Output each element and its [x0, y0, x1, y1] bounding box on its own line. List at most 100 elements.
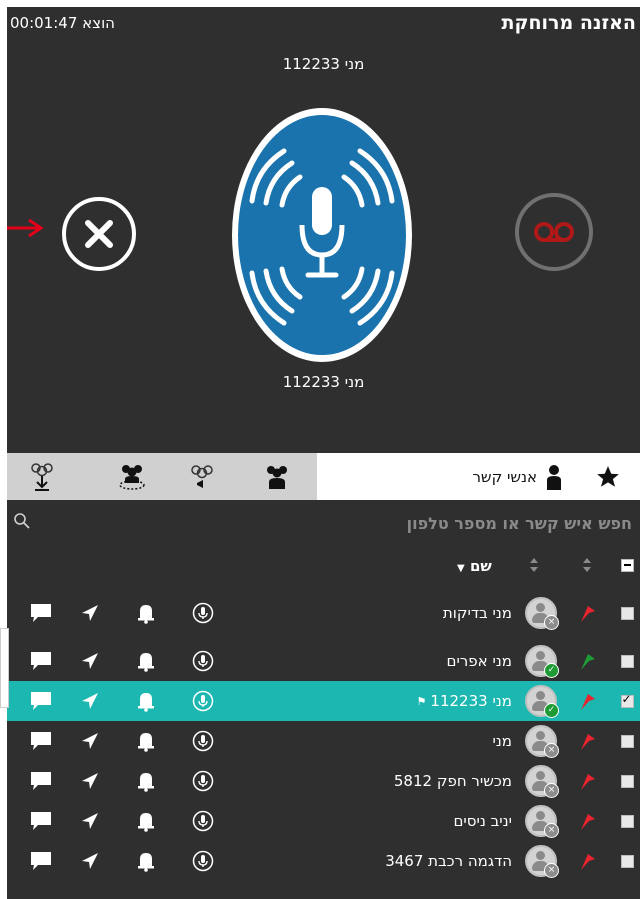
row-checkbox-cell [615, 641, 639, 681]
chat-bubble-icon[interactable] [29, 602, 53, 624]
avatar-cell: × [521, 597, 561, 630]
flag-cell [573, 801, 603, 841]
microphone-icon[interactable] [192, 810, 214, 832]
navigation-arrow-icon[interactable] [80, 811, 100, 831]
bell-icon[interactable] [137, 650, 155, 672]
caller-name-top: מני 112233 [282, 55, 365, 73]
contact-name-cell: מני 112233 ⚑ [292, 681, 512, 721]
microphone-icon[interactable] [192, 770, 214, 792]
alert-cell [131, 721, 161, 761]
chat-bubble-icon[interactable] [29, 690, 53, 712]
bell-icon[interactable] [137, 850, 155, 872]
contact-name: מני 112233 [430, 692, 512, 710]
row-checkbox[interactable] [620, 654, 634, 668]
contact-row[interactable]: ✓ מני אפרים [7, 641, 640, 681]
sort-status-icon[interactable] [529, 557, 539, 573]
row-checkbox[interactable] [620, 606, 634, 620]
navigation-arrow-icon[interactable] [80, 691, 100, 711]
row-checkbox[interactable] [620, 814, 634, 828]
avatar-cell: × [521, 841, 561, 881]
tab-group-selection[interactable] [97, 453, 167, 500]
navigation-arrow-icon[interactable] [80, 603, 100, 623]
contact-row[interactable]: × יניב ניסים [7, 801, 640, 841]
mic-cell [188, 841, 218, 881]
avatar: × [525, 725, 559, 758]
sort-flag-icon[interactable] [582, 557, 592, 573]
tab-contacts[interactable]: אנשי קשר [317, 453, 575, 500]
chat-bubble-icon[interactable] [29, 810, 53, 832]
flag-icon[interactable] [577, 810, 599, 832]
avatar: × [525, 597, 559, 630]
alert-cell [131, 601, 161, 625]
chat-bubble-icon[interactable] [29, 650, 53, 672]
row-checkbox-cell [615, 841, 639, 881]
contact-row[interactable]: × מני [7, 721, 640, 761]
alert-cell [131, 761, 161, 801]
flag-icon[interactable] [577, 730, 599, 752]
flag-icon[interactable] [577, 602, 599, 624]
chat-bubble-icon[interactable] [29, 850, 53, 872]
minus-icon [624, 564, 631, 566]
bell-icon[interactable] [137, 690, 155, 712]
navigate-cell [75, 801, 105, 841]
contact-name: מני אפרים [446, 652, 513, 670]
mic-cell [188, 761, 218, 801]
contact-row[interactable]: ✓ מני 112233 ⚑ [7, 681, 640, 721]
contact-name-cell: מני אפרים [292, 641, 513, 681]
contact-name: הדגמה רכבת 3467 [385, 852, 512, 870]
contacts-table-header: שם ▼ [7, 553, 640, 579]
avatar-cell: ✓ [521, 641, 561, 681]
microphone-icon[interactable] [192, 730, 214, 752]
avatar-cell: × [521, 761, 561, 801]
row-checkbox[interactable] [620, 854, 634, 868]
row-checkbox[interactable] [620, 734, 634, 748]
end-listen-button[interactable] [62, 197, 136, 271]
flag-icon[interactable] [577, 690, 599, 712]
side-panel-handle[interactable] [0, 628, 9, 708]
name-column-header[interactable]: שם ▼ [457, 557, 492, 575]
navigation-arrow-icon[interactable] [80, 731, 100, 751]
contact-row[interactable]: × מכשיר חפק 5812 [7, 761, 640, 801]
chat-bubble-icon[interactable] [29, 730, 53, 752]
row-checkbox-cell [615, 721, 639, 761]
tab-group-download[interactable] [7, 453, 77, 500]
chat-bubble-icon[interactable] [29, 770, 53, 792]
flag-icon[interactable] [577, 850, 599, 872]
microphone-icon[interactable] [192, 650, 214, 672]
bell-icon[interactable] [137, 770, 155, 792]
flag-icon[interactable] [577, 650, 599, 672]
tab-favorites[interactable] [575, 453, 640, 500]
chat-cell [23, 721, 59, 761]
voicemail-icon [534, 222, 574, 242]
microphone-button[interactable] [230, 107, 414, 363]
row-checkbox[interactable] [620, 692, 634, 708]
navigation-arrow-icon[interactable] [80, 851, 100, 871]
row-checkbox-cell [615, 801, 639, 841]
flag-icon[interactable] [577, 770, 599, 792]
microphone-icon[interactable] [192, 850, 214, 872]
flag-cell [573, 601, 603, 625]
select-all-checkbox[interactable] [621, 559, 634, 572]
bell-icon[interactable] [137, 730, 155, 752]
avatar-cell: × [521, 721, 561, 761]
row-checkbox[interactable] [620, 774, 634, 788]
avatar-cell: × [521, 801, 561, 841]
bell-icon[interactable] [137, 602, 155, 624]
bell-icon[interactable] [137, 810, 155, 832]
tab-broadcast-group[interactable] [167, 453, 237, 500]
tab-bar: אנשי קשר [7, 453, 640, 500]
contact-row[interactable]: × הדגמה רכבת 3467 [7, 841, 640, 881]
navigation-arrow-icon[interactable] [80, 651, 100, 671]
star-icon [596, 465, 619, 487]
contact-row[interactable]: × מני בדיקות [7, 597, 640, 630]
contact-search[interactable]: חפש איש קשר או מספר טלפון [7, 506, 640, 542]
microphone-icon[interactable] [192, 690, 214, 712]
search-icon[interactable] [13, 512, 31, 530]
navigate-cell [75, 601, 105, 625]
tab-groups[interactable] [242, 453, 312, 500]
group-megaphone-icon [191, 464, 213, 488]
offline-status-icon: × [544, 823, 559, 838]
navigation-arrow-icon[interactable] [80, 771, 100, 791]
voicemail-button[interactable] [515, 193, 593, 271]
microphone-icon[interactable] [192, 602, 214, 624]
